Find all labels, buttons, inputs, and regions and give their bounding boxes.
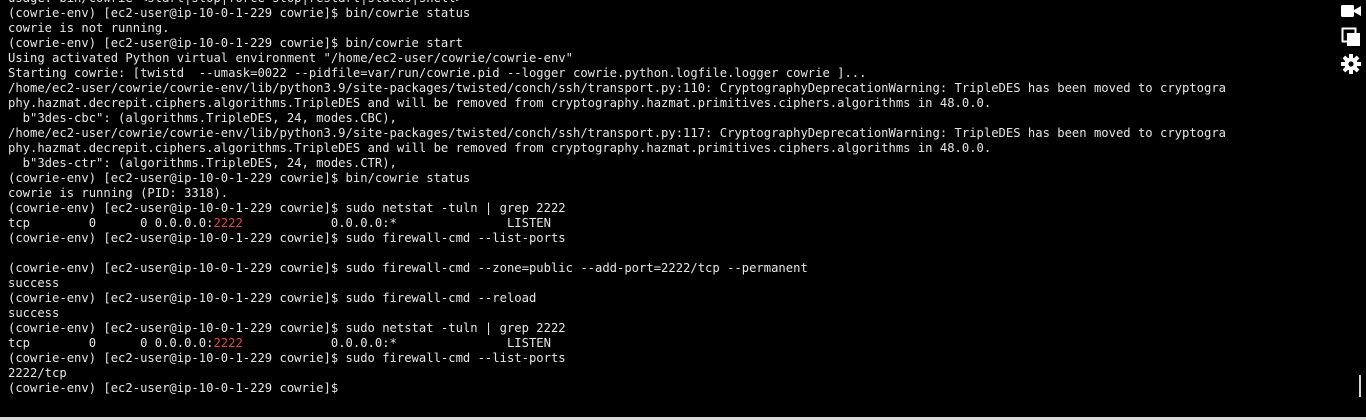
terminal-line: /home/ec2-user/cowrie/cowrie-env/lib/pyt…: [8, 81, 1227, 95]
terminal-line: Starting cowrie: [twistd --umask=0022 --…: [8, 66, 867, 80]
terminal-line: (cowrie-env) [ec2-user@ip-10-0-1-229 cow…: [8, 261, 808, 275]
terminal-line: (cowrie-env) [ec2-user@ip-10-0-1-229 cow…: [8, 6, 471, 20]
terminal-line: success: [8, 276, 60, 290]
terminal-line: (cowrie-env) [ec2-user@ip-10-0-1-229 cow…: [8, 381, 346, 395]
terminal-line: (cowrie-env) [ec2-user@ip-10-0-1-229 cow…: [8, 291, 537, 305]
terminal-line: b"3des-cbc": (algorithms.TripleDES, 24, …: [8, 111, 397, 125]
netstat-suffix: 0.0.0.0:* LISTEN: [242, 216, 551, 230]
terminal-line: /home/ec2-user/cowrie/cowrie-env/lib/pyt…: [8, 126, 1227, 140]
netstat-suffix: 0.0.0.0:* LISTEN: [242, 336, 551, 350]
netstat-prefix: tcp 0 0 0.0.0.0:: [8, 216, 214, 230]
terminal-line: (cowrie-env) [ec2-user@ip-10-0-1-229 cow…: [8, 351, 566, 365]
terminal-line: phy.hazmat.decrepit.ciphers.algorithms.T…: [8, 141, 992, 155]
terminal-line: 2222/tcp: [8, 366, 67, 380]
port-highlight: 2222: [213, 216, 243, 230]
terminal-line: (cowrie-env) [ec2-user@ip-10-0-1-229 cow…: [8, 171, 471, 185]
terminal-line: b"3des-ctr": (algorithms.TripleDES, 24, …: [8, 156, 397, 170]
terminal-line: (cowrie-env) [ec2-user@ip-10-0-1-229 cow…: [8, 36, 463, 50]
terminal-line: (cowrie-env) [ec2-user@ip-10-0-1-229 cow…: [8, 321, 566, 335]
terminal-line: tcp 0 0 0.0.0.0:2222 0.0.0.0:* LISTEN: [8, 216, 1226, 231]
terminal-output[interactable]: usage: bin/cowrie <start|stop|force-stop…: [0, 0, 1336, 418]
terminal-line: (cowrie-env) [ec2-user@ip-10-0-1-229 cow…: [8, 231, 566, 245]
terminal-line: cowrie is running (PID: 3318).: [8, 186, 229, 200]
port-highlight: 2222: [213, 336, 243, 350]
terminal-line: tcp 0 0 0.0.0.0:2222 0.0.0.0:* LISTEN: [8, 336, 1226, 351]
netstat-prefix: tcp 0 0 0.0.0.0:: [8, 336, 214, 350]
video-camera-icon[interactable]: [1339, 0, 1363, 23]
side-toolbar: [1336, 0, 1366, 90]
gear-icon[interactable]: [1339, 52, 1363, 76]
terminal-line: (cowrie-env) [ec2-user@ip-10-0-1-229 cow…: [8, 201, 566, 215]
text-cursor: [1359, 375, 1361, 397]
terminal-line: Using activated Python virtual environme…: [8, 51, 573, 65]
copy-windows-icon[interactable]: [1339, 25, 1363, 49]
terminal-lines: usage: bin/cowrie <start|stop|force-stop…: [8, 0, 1226, 396]
terminal-line: success: [8, 306, 60, 320]
terminal-line: phy.hazmat.decrepit.ciphers.algorithms.T…: [8, 96, 992, 110]
terminal-line: cowrie is not running.: [8, 21, 170, 35]
